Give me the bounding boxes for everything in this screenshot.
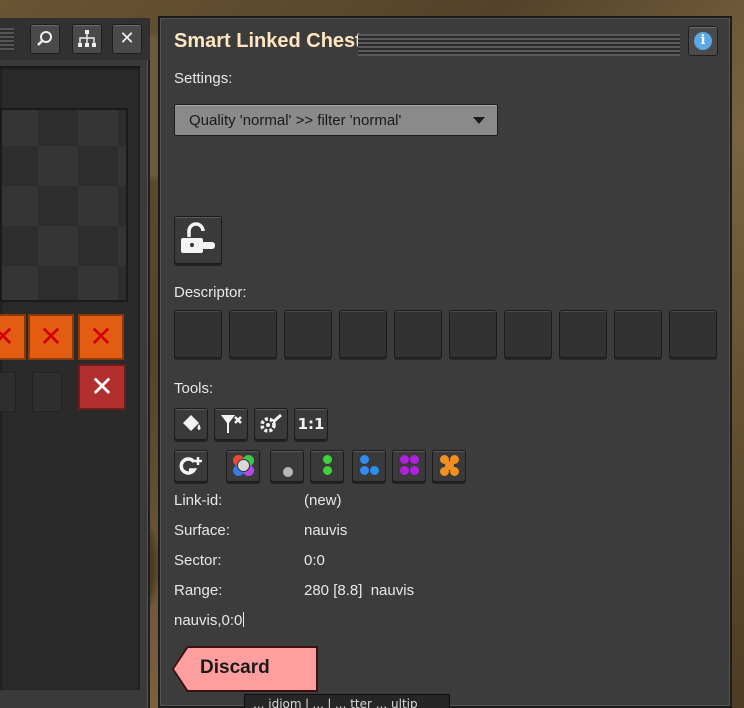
- close-icon: ✕: [119, 28, 135, 49]
- left-panel: ✕ ✕ ✕ ✕ ✕: [0, 18, 150, 708]
- chevron-down-icon: [473, 117, 485, 124]
- empty-slot[interactable]: [32, 372, 62, 412]
- range-value: 280 [8.8] nauvis: [304, 582, 415, 599]
- filter-clear-icon: [221, 415, 242, 433]
- tools-label: Tools:: [174, 380, 214, 397]
- descriptor-slot[interactable]: [449, 310, 497, 358]
- gray-dot-icon: [283, 467, 293, 477]
- sector-value: 0:0: [304, 552, 325, 569]
- multicolor-signal-button[interactable]: [226, 450, 260, 482]
- descriptor-slot[interactable]: [229, 310, 277, 358]
- close-left-button[interactable]: ✕: [112, 24, 142, 54]
- add-signal-icon: [179, 457, 202, 475]
- settings-dropdown-value: Quality 'normal' >> filter 'normal': [189, 112, 402, 129]
- red-x-icon: ✕: [39, 320, 63, 353]
- search-icon: [37, 31, 52, 46]
- empty-slot[interactable]: [0, 372, 16, 412]
- left-titlebar: ✕: [0, 18, 150, 60]
- descriptor-slot[interactable]: [669, 310, 717, 358]
- descriptor-slot[interactable]: [504, 310, 552, 358]
- range-label: Range:: [174, 582, 223, 599]
- title-drag-handle[interactable]: [358, 34, 680, 56]
- green-signal-button[interactable]: [310, 450, 344, 482]
- descriptor-slot[interactable]: [174, 310, 222, 358]
- sector-label: Sector:: [174, 552, 222, 569]
- descriptor-slot[interactable]: [339, 310, 387, 358]
- blue-signal-button[interactable]: [352, 450, 386, 482]
- unlock-icon: [181, 222, 215, 253]
- gray-signal-button[interactable]: [270, 450, 304, 482]
- red-x-slot[interactable]: ✕: [28, 314, 74, 360]
- one-to-one-icon: 1:1: [297, 415, 325, 433]
- search-button[interactable]: [30, 24, 60, 54]
- descriptor-slot[interactable]: [284, 310, 332, 358]
- window-title: Smart Linked Chest: [174, 30, 362, 52]
- link-id-value: (new): [304, 492, 342, 509]
- smart-linked-chest-window: Smart Linked Chest i Settings: Quality '…: [158, 16, 732, 708]
- settings-tool-button[interactable]: [254, 408, 288, 440]
- settings-dropdown[interactable]: Quality 'normal' >> filter 'normal': [174, 104, 498, 136]
- add-signal-button[interactable]: [174, 450, 208, 482]
- red-x-slot[interactable]: ✕: [78, 314, 124, 360]
- red-x-slot[interactable]: ✕: [0, 314, 26, 360]
- paint-bucket-button[interactable]: [174, 408, 208, 440]
- filter-clear-button[interactable]: [214, 408, 248, 440]
- info-icon: i: [694, 32, 712, 50]
- surface-value: nauvis: [304, 522, 348, 539]
- left-drag-handle[interactable]: [0, 28, 14, 52]
- descriptor-slot[interactable]: [614, 310, 662, 358]
- tooltip: ... idiom l ... l ... tter ... ultip: [244, 694, 450, 708]
- red-x-icon: ✕: [89, 320, 113, 353]
- red-x-icon: ✕: [0, 320, 15, 353]
- left-inner-panel: ✕ ✕ ✕ ✕: [0, 66, 140, 690]
- descriptor-slot[interactable]: [559, 310, 607, 358]
- close-icon: ✕: [90, 370, 114, 403]
- remove-button[interactable]: ✕: [78, 364, 126, 410]
- descriptor-slot[interactable]: [394, 310, 442, 358]
- unlock-button[interactable]: [174, 216, 222, 264]
- orange-signal-button[interactable]: [432, 450, 466, 482]
- inventory-grid[interactable]: [0, 108, 128, 302]
- location-text-input[interactable]: nauvis,0:0: [174, 612, 245, 629]
- multicolor-dots-icon: [233, 455, 255, 477]
- one-to-one-button[interactable]: 1:1: [294, 408, 328, 440]
- wrench-gear-icon: [260, 413, 282, 433]
- paint-bucket-icon: [183, 415, 201, 431]
- surface-label: Surface:: [174, 522, 230, 539]
- settings-label: Settings:: [174, 70, 233, 87]
- discard-label: Discard: [200, 657, 270, 678]
- purple-signal-button[interactable]: [392, 450, 426, 482]
- info-button[interactable]: i: [688, 26, 718, 56]
- location-text-value: nauvis,0:0: [174, 612, 243, 629]
- hierarchy-icon: [78, 30, 96, 47]
- descriptor-label: Descriptor:: [174, 284, 247, 301]
- text-cursor: [243, 612, 245, 627]
- link-id-label: Link-id:: [174, 492, 223, 509]
- network-button[interactable]: [72, 24, 102, 54]
- discard-button[interactable]: Discard: [172, 646, 318, 692]
